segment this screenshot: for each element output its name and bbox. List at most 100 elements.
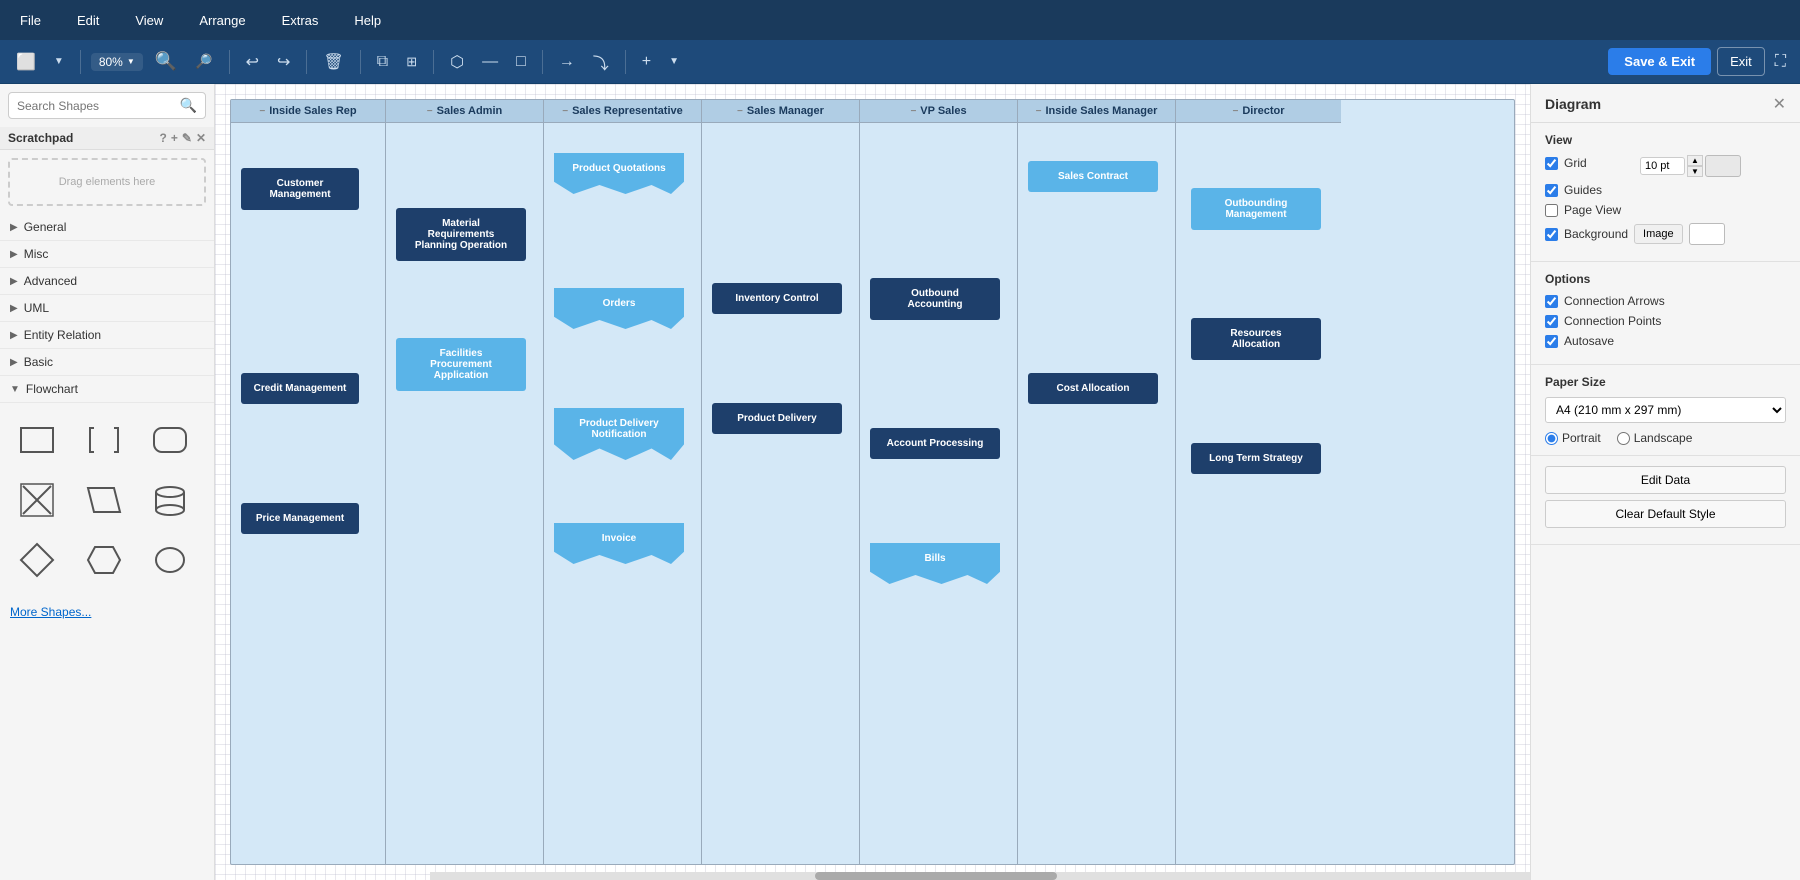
connection-points-checkbox[interactable] <box>1545 315 1558 328</box>
shape-rounded-rectangle[interactable] <box>143 413 197 467</box>
node-orders[interactable]: Orders <box>554 288 684 329</box>
node-invoice[interactable]: Invoice <box>554 523 684 564</box>
shape-rectangle[interactable] <box>10 413 64 467</box>
node-long-term-strategy[interactable]: Long Term Strategy <box>1191 443 1321 474</box>
category-flowchart[interactable]: ▼ Flowchart <box>0 376 214 403</box>
panel-toggle-btn[interactable]: ⬜ <box>10 48 42 76</box>
search-icon[interactable]: 🔍 <box>180 97 197 114</box>
shape-cross[interactable] <box>10 473 64 527</box>
more-shapes-link[interactable]: More Shapes... <box>0 597 214 627</box>
scratchpad-add-icon[interactable]: + <box>171 131 178 145</box>
clear-default-style-button[interactable]: Clear Default Style <box>1545 500 1786 528</box>
exit-button[interactable]: Exit <box>1717 47 1765 76</box>
shape-bracket[interactable] <box>77 413 131 467</box>
grid-pt-input[interactable] <box>1640 157 1685 175</box>
clone-btn[interactable]: ⊞ <box>400 50 423 74</box>
guides-checkbox[interactable] <box>1545 184 1558 197</box>
category-entity-relation[interactable]: ▶ Entity Relation <box>0 322 214 349</box>
paper-size-select[interactable]: A4 (210 mm x 297 mm) <box>1545 397 1786 423</box>
lane-collapse-3[interactable]: − <box>562 106 568 117</box>
background-label[interactable]: Background <box>1564 227 1628 241</box>
fill-btn[interactable]: ⬡ <box>444 48 470 76</box>
node-resources-allocation[interactable]: ResourcesAllocation <box>1191 318 1321 360</box>
redo-btn[interactable]: ↪ <box>271 48 296 76</box>
delete-btn[interactable]: 🗑 <box>317 48 349 76</box>
undo-btn[interactable]: ↩ <box>240 48 265 76</box>
menu-extras[interactable]: Extras <box>274 9 327 32</box>
node-account-processing[interactable]: Account Processing <box>870 428 1000 459</box>
copy-btn[interactable]: ⧉ <box>371 49 394 75</box>
node-cost-allocation[interactable]: Cost Allocation <box>1028 373 1158 404</box>
lane-collapse-7[interactable]: − <box>1232 106 1238 117</box>
shape-parallelogram[interactable] <box>77 473 131 527</box>
lane-collapse-2[interactable]: − <box>427 106 433 117</box>
lane-collapse-4[interactable]: − <box>737 106 743 117</box>
node-customer-management[interactable]: CustomerManagement <box>241 168 359 210</box>
node-product-quotations[interactable]: Product Quotations <box>554 153 684 194</box>
node-product-delivery-notification[interactable]: Product DeliveryNotification <box>554 408 684 460</box>
node-material-requirements[interactable]: MaterialRequirementsPlanning Operation <box>396 208 526 261</box>
connection-btn[interactable]: → <box>553 49 581 75</box>
portrait-label[interactable]: Portrait <box>1545 431 1601 445</box>
insert-arrow[interactable]: ▼ <box>663 52 685 71</box>
background-color-swatch[interactable] <box>1689 223 1725 245</box>
page-view-label[interactable]: Page View <box>1564 203 1621 217</box>
canvas[interactable]: − Inside Sales Rep CustomerManagement Cr… <box>215 84 1530 880</box>
zoom-out-btn[interactable]: 🔎 <box>189 49 218 74</box>
zoom-in-btn[interactable]: 🔍 <box>149 47 183 76</box>
lane-collapse-5[interactable]: − <box>910 106 916 117</box>
grid-up-btn[interactable]: ▲ <box>1687 155 1703 166</box>
category-uml[interactable]: ▶ UML <box>0 295 214 322</box>
node-product-delivery[interactable]: Product Delivery <box>712 403 842 434</box>
menu-file[interactable]: File <box>12 9 49 32</box>
canvas-scrollbar-thumb[interactable] <box>815 872 1057 880</box>
category-advanced[interactable]: ▶ Advanced <box>0 268 214 295</box>
grid-checkbox[interactable] <box>1545 157 1558 170</box>
portrait-radio[interactable] <box>1545 432 1558 445</box>
menu-arrange[interactable]: Arrange <box>191 9 253 32</box>
landscape-label[interactable]: Landscape <box>1617 431 1693 445</box>
grid-down-btn[interactable]: ▼ <box>1687 166 1703 177</box>
shape-btn[interactable]: □ <box>510 49 532 75</box>
category-misc[interactable]: ▶ Misc <box>0 241 214 268</box>
shape-cylinder[interactable] <box>143 473 197 527</box>
fullscreen-button[interactable]: ⛶ <box>1771 49 1790 75</box>
guides-label[interactable]: Guides <box>1564 183 1602 197</box>
grid-label[interactable]: Grid <box>1564 156 1624 170</box>
line-btn[interactable]: — <box>476 49 504 75</box>
right-panel-close-btn[interactable]: ✕ <box>1773 94 1786 114</box>
search-input[interactable] <box>17 99 180 113</box>
menu-view[interactable]: View <box>127 9 171 32</box>
node-outbounding-management[interactable]: OutboundingManagement <box>1191 188 1321 230</box>
grid-color-swatch[interactable] <box>1705 155 1741 177</box>
autosave-label[interactable]: Autosave <box>1564 334 1614 348</box>
landscape-radio[interactable] <box>1617 432 1630 445</box>
page-view-checkbox[interactable] <box>1545 204 1558 217</box>
background-image-btn[interactable]: Image <box>1634 224 1683 244</box>
node-bills[interactable]: Bills <box>870 543 1000 584</box>
shape-oval-cylinder[interactable] <box>143 533 197 587</box>
scratchpad-help-icon[interactable]: ? <box>160 131 167 145</box>
connection-points-label[interactable]: Connection Points <box>1564 314 1661 328</box>
category-basic[interactable]: ▶ Basic <box>0 349 214 376</box>
waypoint-btn[interactable]: ⤵ <box>587 46 615 78</box>
node-price-management[interactable]: Price Management <box>241 503 359 534</box>
autosave-checkbox[interactable] <box>1545 335 1558 348</box>
scratchpad-close-icon[interactable]: ✕ <box>196 131 206 145</box>
panel-toggle-arrow[interactable]: ▼ <box>48 52 70 71</box>
menu-help[interactable]: Help <box>346 9 389 32</box>
connection-arrows-checkbox[interactable] <box>1545 295 1558 308</box>
menu-edit[interactable]: Edit <box>69 9 107 32</box>
node-facilities-procurement[interactable]: FacilitiesProcurementApplication <box>396 338 526 391</box>
node-credit-management[interactable]: Credit Management <box>241 373 359 404</box>
insert-btn[interactable]: + <box>636 49 657 75</box>
connection-arrows-label[interactable]: Connection Arrows <box>1564 294 1665 308</box>
lane-collapse-1[interactable]: − <box>259 106 265 117</box>
shape-hexagon[interactable] <box>77 533 131 587</box>
edit-data-button[interactable]: Edit Data <box>1545 466 1786 494</box>
lane-collapse-6[interactable]: − <box>1036 106 1042 117</box>
category-general[interactable]: ▶ General <box>0 214 214 241</box>
save-exit-button[interactable]: Save & Exit <box>1608 48 1711 75</box>
shape-diamond[interactable] <box>10 533 64 587</box>
background-checkbox[interactable] <box>1545 228 1558 241</box>
